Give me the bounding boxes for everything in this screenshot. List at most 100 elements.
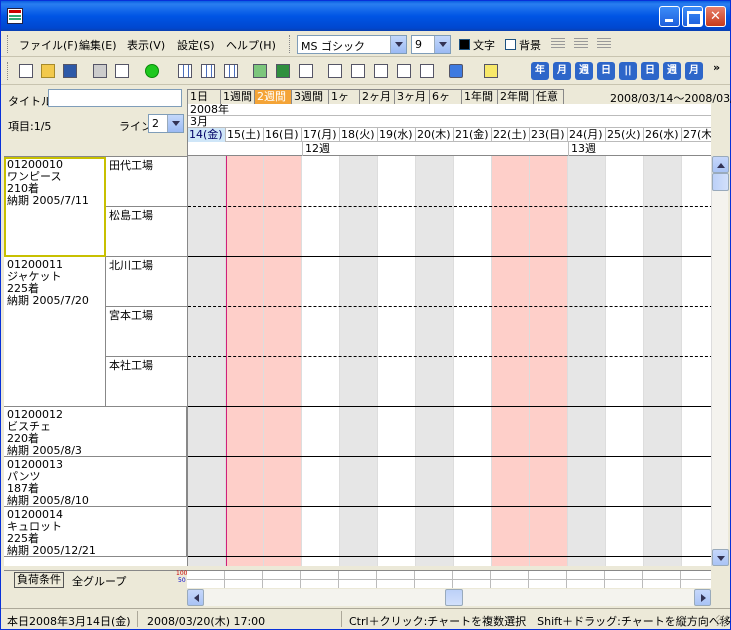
chevron-down-icon[interactable]: [390, 36, 406, 53]
nav-next-month-button[interactable]: 月: [685, 62, 703, 80]
day-column[interactable]: [606, 156, 644, 566]
minimize-button[interactable]: [659, 6, 680, 27]
day-column[interactable]: [682, 156, 711, 566]
day-column[interactable]: [378, 156, 416, 566]
day-column[interactable]: [302, 156, 340, 566]
resize-grip[interactable]: [716, 615, 727, 626]
day-header-cell[interactable]: 16(日): [264, 128, 302, 142]
gantt-chart[interactable]: 2008年 3月 14(金) 15(土) 16(日) 17(月) 18(火) 19(水) 2…: [187, 104, 711, 566]
title-bar[interactable]: ✕: [1, 1, 730, 31]
chevron-down-icon[interactable]: [434, 36, 450, 53]
factory-row[interactable]: 本社工場: [106, 357, 187, 407]
menu-help[interactable]: ヘルプ(H): [226, 37, 276, 53]
add-chart-icon[interactable]: [251, 62, 269, 80]
scroll-thumb[interactable]: [712, 173, 729, 191]
fill-color-icon[interactable]: [482, 62, 500, 80]
horizontal-scrollbar[interactable]: [187, 589, 711, 606]
day-header-cell[interactable]: 25(火): [606, 128, 644, 142]
tab-period[interactable]: 2ヶ月: [359, 89, 395, 104]
tab-period[interactable]: 1年間: [461, 89, 498, 104]
layout-red-icon[interactable]: [222, 62, 240, 80]
tab-period[interactable]: 2週間: [254, 89, 292, 104]
day-column[interactable]: [644, 156, 682, 566]
day-header-cell[interactable]: 14(金): [188, 128, 226, 142]
align-right-icon[interactable]: [597, 38, 611, 50]
day-column[interactable]: [340, 156, 378, 566]
save-icon[interactable]: [61, 62, 79, 80]
vertical-scrollbar[interactable]: [711, 156, 729, 566]
tab-period[interactable]: 3週間: [291, 89, 329, 104]
factory-row[interactable]: 松島工場: [106, 207, 187, 257]
align-left-icon[interactable]: [551, 38, 565, 50]
day-header-cell[interactable]: 18(火): [340, 128, 378, 142]
day-header-cell[interactable]: 26(水): [644, 128, 682, 142]
factory-row[interactable]: 北川工場: [106, 257, 187, 307]
nav-next-week-button[interactable]: 週: [663, 62, 681, 80]
layout-split-icon[interactable]: [199, 62, 217, 80]
shape-icon[interactable]: [349, 62, 367, 80]
day-column[interactable]: [454, 156, 492, 566]
font-color-icon[interactable]: [447, 62, 465, 80]
day-header-cell[interactable]: 22(土): [492, 128, 530, 142]
item-entry[interactable]: 01200013 パンツ 187着 納期 2005/8/10: [4, 457, 187, 507]
layout-grid-icon[interactable]: [176, 62, 194, 80]
link-icon[interactable]: [372, 62, 390, 80]
line-select[interactable]: 2: [148, 114, 184, 133]
toolbar-overflow[interactable]: »: [713, 61, 720, 74]
print-icon[interactable]: [91, 62, 109, 80]
load-condition-button[interactable]: 負荷条件: [14, 572, 64, 588]
table-icon[interactable]: [418, 62, 436, 80]
day-column[interactable]: [188, 156, 226, 566]
chevron-down-icon[interactable]: [167, 115, 183, 132]
nav-prev-week-button[interactable]: 週: [575, 62, 593, 80]
horizontal-scroll-thumb[interactable]: [445, 589, 463, 606]
clipboard-icon[interactable]: [395, 62, 413, 80]
font-name-select[interactable]: MS ゴシック: [297, 35, 407, 54]
scroll-up-button[interactable]: [712, 156, 729, 173]
menu-edit[interactable]: 編集(E): [79, 37, 117, 53]
nav-next-day-button[interactable]: 日: [641, 62, 659, 80]
sort-icon[interactable]: [326, 62, 344, 80]
maximize-button[interactable]: [682, 6, 703, 27]
menu-settings[interactable]: 設定(S): [177, 37, 215, 53]
tab-period[interactable]: 1日: [187, 89, 221, 104]
day-header-cell[interactable]: 20(木): [416, 128, 454, 142]
print-preview-icon[interactable]: [113, 62, 131, 80]
day-column[interactable]: [416, 156, 454, 566]
scroll-left-button[interactable]: [187, 589, 204, 606]
scroll-down-button[interactable]: [712, 549, 729, 566]
tab-period[interactable]: 2年間: [497, 89, 534, 104]
status-green-icon[interactable]: [143, 62, 161, 80]
day-column[interactable]: [568, 156, 606, 566]
new-file-icon[interactable]: [17, 62, 35, 80]
bg-color-checkbox[interactable]: [505, 39, 516, 50]
factory-row[interactable]: 宮本工場: [106, 307, 187, 357]
item-entry[interactable]: 01200010 ワンピース 210着 納期 2005/7/11: [4, 157, 106, 257]
day-header-cell[interactable]: 27(木): [682, 128, 711, 142]
chart-properties-icon[interactable]: [297, 62, 315, 80]
close-button[interactable]: ✕: [705, 6, 726, 27]
day-header-cell[interactable]: 19(水): [378, 128, 416, 142]
day-header-cell[interactable]: 23(日): [530, 128, 568, 142]
open-folder-icon[interactable]: [39, 62, 57, 80]
menu-view[interactable]: 表示(V): [127, 37, 165, 53]
text-color-checkbox[interactable]: [459, 39, 470, 50]
item-entry[interactable]: 01200014 キュロット 225着 納期 2005/12/21: [4, 507, 187, 557]
day-column[interactable]: [492, 156, 530, 566]
tab-period[interactable]: 1ヶ月: [328, 89, 360, 117]
font-size-select[interactable]: 9: [411, 35, 451, 54]
title-input[interactable]: [48, 89, 182, 107]
tab-period[interactable]: 3ヶ月: [394, 89, 430, 104]
day-column[interactable]: [226, 156, 264, 566]
day-column[interactable]: [264, 156, 302, 566]
day-header-cell[interactable]: 17(月): [302, 128, 340, 142]
day-header-cell[interactable]: 21(金): [454, 128, 492, 142]
align-center-icon[interactable]: [574, 38, 588, 50]
item-entry[interactable]: 01200012 ビスチェ 220着 納期 2005/8/3: [4, 407, 187, 457]
day-header-cell[interactable]: 24(月): [568, 128, 606, 142]
tab-period[interactable]: 任意: [533, 89, 564, 104]
nav-prev-year-button[interactable]: 年: [531, 62, 549, 80]
item-entry[interactable]: 01200011 ジャケット 225着 納期 2005/7/20: [4, 257, 106, 407]
nav-prev-day-button[interactable]: 日: [597, 62, 615, 80]
day-column[interactable]: [530, 156, 568, 566]
